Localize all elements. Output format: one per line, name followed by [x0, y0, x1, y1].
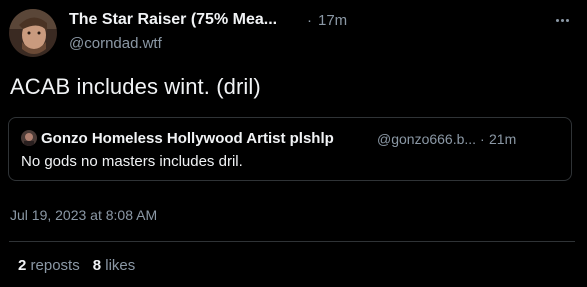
divider: [9, 241, 575, 242]
quoted-post[interactable]: Gonzo Homeless Hollywood Artist plshlp @…: [8, 117, 572, 181]
reposts-link[interactable]: 2 reposts: [18, 257, 80, 274]
quoted-author-name: Gonzo Homeless Hollywood Artist plshlp: [41, 130, 334, 147]
quoted-author-handle: @gonzo666.b...: [377, 131, 477, 147]
author-name[interactable]: The Star Raiser (75% Mea...: [69, 11, 277, 29]
relative-timestamp[interactable]: 17m: [318, 12, 347, 29]
separator-dot: ·: [307, 12, 312, 29]
reposts-count: 2: [18, 257, 27, 274]
quoted-post-text: No gods no masters includes dril.: [21, 153, 243, 170]
likes-link[interactable]: 8 likes: [93, 257, 136, 274]
author-avatar[interactable]: [9, 9, 57, 57]
menu-dot: [560, 18, 564, 22]
post-full-date: Jul 19, 2023 at 8:08 AM: [10, 207, 158, 223]
post-text: ACAB includes wint. (dril): [10, 74, 261, 99]
post-card: The Star Raiser (75% Mea... · 17m @cornd…: [0, 0, 587, 287]
more-options-icon[interactable]: [550, 10, 574, 30]
author-handle[interactable]: @corndad.wtf: [69, 35, 162, 52]
reposts-label: reposts: [30, 257, 80, 274]
likes-count: 8: [92, 257, 102, 274]
likes-label: likes: [105, 257, 136, 274]
menu-dot: [565, 18, 569, 22]
quoted-author-avatar: [21, 130, 37, 146]
engagement-stats: 2 reposts 8 likes: [18, 257, 135, 274]
quoted-separator-dot: ·: [480, 131, 485, 147]
menu-dot: [555, 18, 559, 22]
quoted-relative-timestamp: 21m: [489, 131, 517, 147]
